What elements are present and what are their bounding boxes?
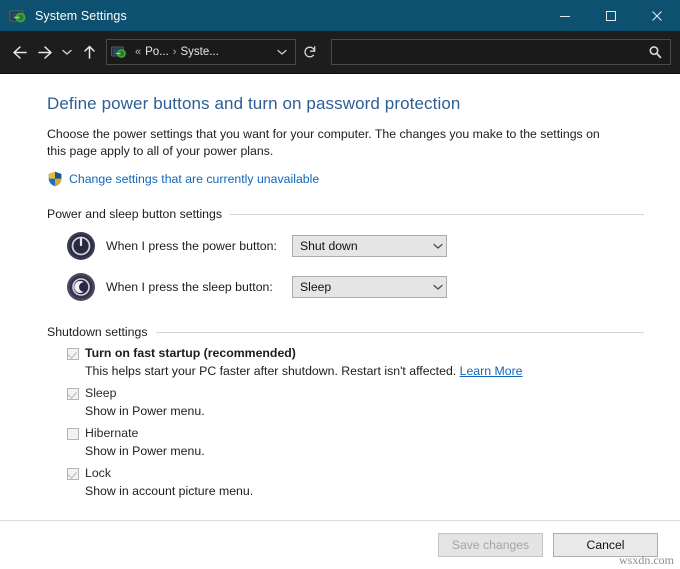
settings-content: Define power buttons and turn on passwor… (0, 74, 680, 520)
checkbox-row-fast-startup[interactable]: Turn on fast startup (recommended) (67, 346, 644, 361)
page-title: Define power buttons and turn on passwor… (47, 94, 461, 113)
sleep-description: Show in Power menu. (85, 404, 205, 418)
footer-bar: Save changes Cancel wsxdn.com (0, 520, 680, 569)
chevron-down-icon[interactable] (429, 243, 446, 250)
recent-locations-chevron-down-icon[interactable] (58, 37, 76, 67)
checkbox-row-lock[interactable]: Lock (67, 466, 644, 481)
power-sleep-section: Power and sleep button settings When I p… (47, 207, 644, 303)
search-box[interactable] (331, 39, 671, 65)
power-sleep-section-header: Power and sleep button settings (47, 207, 644, 221)
hibernate-checkbox[interactable] (67, 428, 79, 440)
power-button-icon (66, 231, 96, 261)
power-button-setting-row: When I press the power button: Shut down (47, 230, 644, 262)
lock-label: Lock (85, 466, 111, 480)
shutdown-section: Shutdown settings Turn on fast startup (… (47, 325, 644, 499)
power-sleep-section-title: Power and sleep button settings (47, 207, 223, 221)
fast-startup-description-text: This helps start your PC faster after sh… (85, 364, 457, 378)
sleep-checkbox[interactable] (67, 388, 79, 400)
breadcrumb-item-power-options[interactable]: Po... (145, 46, 169, 58)
section-divider (155, 331, 644, 333)
shutdown-section-header: Shutdown settings (47, 325, 644, 339)
checkbox-row-sleep[interactable]: Sleep (67, 386, 644, 401)
page-description: Choose the power settings that you want … (47, 127, 600, 158)
minimize-icon[interactable] (542, 0, 588, 31)
window-controls (542, 0, 680, 31)
address-bar[interactable]: « Po... › Syste... (106, 39, 296, 65)
power-button-action-dropdown[interactable]: Shut down (292, 235, 447, 257)
system-settings-icon (9, 7, 27, 25)
power-button-action-value: Shut down (300, 239, 358, 253)
lock-description: Show in account picture menu. (85, 484, 254, 498)
maximize-icon[interactable] (588, 0, 634, 31)
navigation-toolbar: « Po... › Syste... (0, 31, 680, 74)
shutdown-section-title: Shutdown settings (47, 325, 148, 339)
checkbox-row-hibernate[interactable]: Hibernate (67, 426, 644, 441)
search-icon[interactable] (648, 45, 670, 59)
shield-icon (47, 171, 63, 187)
fast-startup-description: This helps start your PC faster after sh… (85, 363, 644, 379)
hibernate-description: Show in Power menu. (85, 444, 205, 458)
section-divider (230, 213, 644, 215)
sleep-label: Sleep (85, 386, 117, 400)
chevron-down-icon[interactable] (429, 284, 446, 291)
titlebar: System Settings (0, 0, 680, 31)
breadcrumb-separator: › (172, 46, 177, 58)
sleep-button-setting-row: When I press the sleep button: Sleep (47, 271, 644, 303)
search-input[interactable] (332, 45, 648, 59)
power-button-setting-label: When I press the power button: (106, 239, 277, 253)
watermark: wsxdn.com (619, 553, 674, 567)
system-settings-window: System Settings « Po... › Syste... Defin… (0, 0, 680, 569)
forward-arrow-icon[interactable] (32, 37, 58, 67)
back-arrow-icon[interactable] (6, 37, 32, 67)
breadcrumb-overflow[interactable]: « (135, 46, 141, 58)
sleep-button-action-dropdown[interactable]: Sleep (292, 276, 447, 298)
close-icon[interactable] (634, 0, 680, 31)
up-arrow-icon[interactable] (76, 37, 102, 67)
sleep-button-icon (66, 272, 96, 302)
breadcrumb-item-system-settings[interactable]: Syste... (180, 46, 218, 58)
hibernate-label: Hibernate (85, 426, 139, 440)
refresh-icon[interactable] (296, 39, 324, 65)
change-settings-link[interactable]: Change settings that are currently unava… (69, 172, 319, 186)
save-changes-button[interactable]: Save changes (438, 533, 543, 557)
address-bar-system-settings-icon (111, 44, 127, 60)
sleep-button-setting-label: When I press the sleep button: (106, 280, 273, 294)
lock-checkbox[interactable] (67, 468, 79, 480)
uac-change-settings-row[interactable]: Change settings that are currently unava… (47, 171, 644, 187)
sleep-button-action-value: Sleep (300, 280, 332, 294)
fast-startup-label: Turn on fast startup (recommended) (85, 346, 296, 360)
address-bar-chevron-down-icon[interactable] (277, 48, 295, 56)
window-title: System Settings (35, 8, 127, 23)
learn-more-link[interactable]: Learn More (460, 364, 523, 378)
fast-startup-checkbox[interactable] (67, 348, 79, 360)
